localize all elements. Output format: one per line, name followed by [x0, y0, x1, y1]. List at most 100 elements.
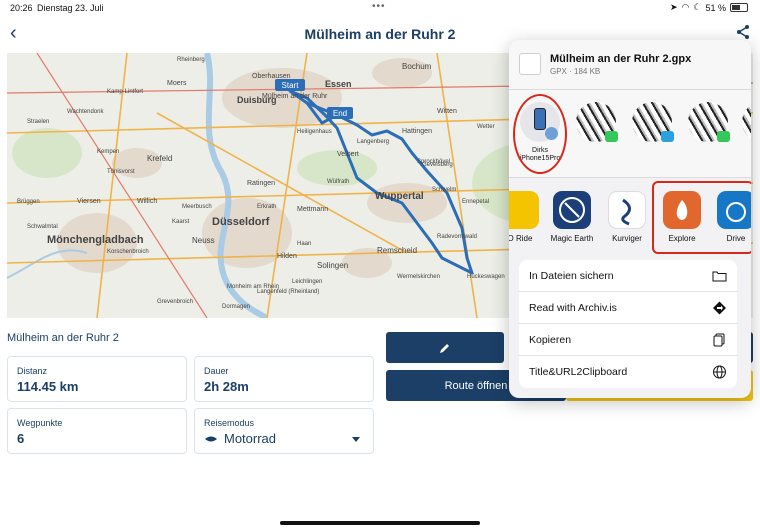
- map-city-label: Neuss: [192, 236, 215, 245]
- avatar: [576, 102, 618, 142]
- edit-route-button[interactable]: [386, 332, 504, 363]
- distance-value: 114.45 km: [17, 379, 79, 394]
- map-city-label: Essen: [325, 79, 352, 89]
- open-route-label: Route öffnen: [444, 379, 508, 392]
- map-city-label: Witten: [437, 108, 457, 115]
- magic-earth-icon: [553, 191, 591, 229]
- highlight-rectangle: [652, 181, 751, 254]
- distance-label: Distanz: [17, 366, 48, 376]
- map-end-label: End: [333, 109, 347, 118]
- location-icon: ➤: [670, 2, 678, 12]
- waypoints-card: Wegpunkte 6: [7, 408, 187, 454]
- status-time: 20:26: [10, 3, 33, 13]
- waypoints-label: Wegpunkte: [17, 418, 63, 428]
- share-actions-list: In Dateien sichern Read with Archiv.is K…: [519, 260, 737, 388]
- map-city-label: Wetter: [477, 124, 495, 130]
- map-city-label: Straelen: [27, 119, 49, 125]
- action-label: Kopieren: [529, 333, 572, 346]
- action-save-to-files[interactable]: In Dateien sichern: [519, 260, 737, 292]
- home-indicator[interactable]: [280, 521, 480, 525]
- map-city-label: Gevelsberg: [422, 162, 453, 168]
- moon-icon: ☾: [693, 2, 702, 12]
- map-city-label: Tönisvorst: [107, 169, 135, 175]
- globe-icon: [713, 365, 726, 379]
- oride-icon: [509, 191, 539, 229]
- status-date: Dienstag 23. Juli: [37, 3, 104, 13]
- copy-icon: [713, 333, 725, 347]
- app-oride[interactable]: O Ride: [509, 191, 545, 243]
- multitask-dots-icon[interactable]: •••: [372, 1, 386, 12]
- action-title-url-clipboard[interactable]: Title&URL2Clipboard: [519, 356, 737, 388]
- contact-redacted-3[interactable]: [683, 102, 733, 142]
- app-label: Magic Earth: [550, 234, 594, 243]
- map-city-label: Langenfeld (Rheinland): [257, 289, 319, 295]
- waypoints-value: 6: [17, 431, 25, 446]
- map-city-label: Wülfrath: [327, 179, 349, 185]
- avatar: [632, 102, 674, 142]
- map-city-label: Ratingen: [247, 180, 275, 187]
- map-city-label: Ennepetal: [462, 199, 489, 205]
- map-city-label: Remscheid: [377, 246, 417, 255]
- map-city-label: Langenberg: [357, 139, 389, 145]
- map-city-label: Kempen: [97, 149, 119, 155]
- map-city-label: Erkrath: [257, 204, 276, 210]
- map-city-label: Wachtendonk: [67, 109, 104, 115]
- map-city-label: Grevenbroich: [157, 299, 193, 305]
- action-read-with-archiv[interactable]: Read with Archiv.is: [519, 292, 737, 324]
- contact-redacted-2[interactable]: [627, 102, 677, 142]
- share-sheet: Mülheim an der Ruhr 2.gpx GPX · 184 KB D…: [509, 40, 751, 398]
- messages-icon: [605, 131, 618, 142]
- map-city-label: Rheinberg: [177, 57, 205, 63]
- battery-percent: 51 %: [705, 2, 726, 13]
- file-name: Mülheim an der Ruhr 2.gpx: [550, 53, 692, 65]
- status-indicators: ➤ ◠ ☾ 51 %: [670, 2, 748, 13]
- battery-icon: [730, 3, 748, 12]
- kurviger-icon: [608, 191, 646, 229]
- duration-value: 2h 28m: [204, 379, 249, 394]
- map-city-label: Willich: [137, 198, 157, 205]
- map-city-label: Meerbusch: [182, 204, 212, 210]
- map-city-label: Kaarst: [172, 219, 190, 225]
- highlight-oval: [513, 94, 567, 174]
- map-city-label: Wuppertal: [375, 191, 424, 202]
- map-city-label: Hattingen: [402, 128, 432, 135]
- contact-redacted-1[interactable]: [571, 102, 621, 142]
- action-label: In Dateien sichern: [529, 269, 614, 282]
- app-kurviger[interactable]: Kurviger: [602, 191, 652, 243]
- map-city-label: Schwelm: [432, 187, 456, 193]
- travel-mode-select[interactable]: Reisemodus Motorrad: [194, 408, 374, 454]
- map-city-label: Kamp-Lintfort: [107, 89, 143, 95]
- travel-mode-label: Reisemodus: [204, 418, 255, 428]
- distance-card: Distanz 114.45 km: [7, 356, 187, 402]
- travel-mode-value: Motorrad: [204, 431, 276, 446]
- map-city-label: Krefeld: [147, 154, 172, 163]
- file-icon: [519, 53, 541, 75]
- airdrop-contacts-row: Dirks iPhone15Pro: [509, 90, 751, 178]
- action-label: Read with Archiv.is: [529, 301, 617, 314]
- telegram-icon: [661, 131, 674, 142]
- map-city-label: Brüggen: [17, 199, 40, 205]
- motorcycle-icon: [205, 436, 217, 441]
- share-icon[interactable]: [736, 24, 750, 40]
- action-label: Title&URL2Clipboard: [529, 366, 628, 378]
- map-city-label: Mettmann: [297, 206, 328, 213]
- wifi-icon: ◠: [681, 2, 690, 12]
- app-magic-earth[interactable]: Magic Earth: [547, 191, 597, 243]
- map-city-label: Korschenbroich: [107, 249, 149, 255]
- action-copy[interactable]: Kopieren: [519, 324, 737, 356]
- map-city-label: Schwalmtal: [27, 224, 58, 230]
- avatar: [742, 102, 751, 142]
- map-city-label: Viersen: [77, 198, 101, 205]
- map-city-label: Radevormwald: [437, 234, 477, 240]
- map-city-label: Mönchengladbach: [47, 234, 144, 246]
- map-city-label: Oberhausen: [252, 73, 291, 80]
- map-city-label: Haan: [297, 241, 311, 247]
- duration-card: Dauer 2h 28m: [194, 356, 374, 402]
- duration-label: Dauer: [204, 366, 229, 376]
- pencil-icon: [440, 343, 449, 353]
- contact-redacted-4[interactable]: [737, 102, 751, 142]
- map-city-label: Dormagen: [222, 304, 250, 310]
- map-city-label: Bochum: [402, 62, 432, 71]
- map-start-label: Start: [282, 81, 300, 90]
- status-bar: 20:26 Dienstag 23. Juli ••• ➤ ◠ ☾ 51 %: [0, 0, 760, 16]
